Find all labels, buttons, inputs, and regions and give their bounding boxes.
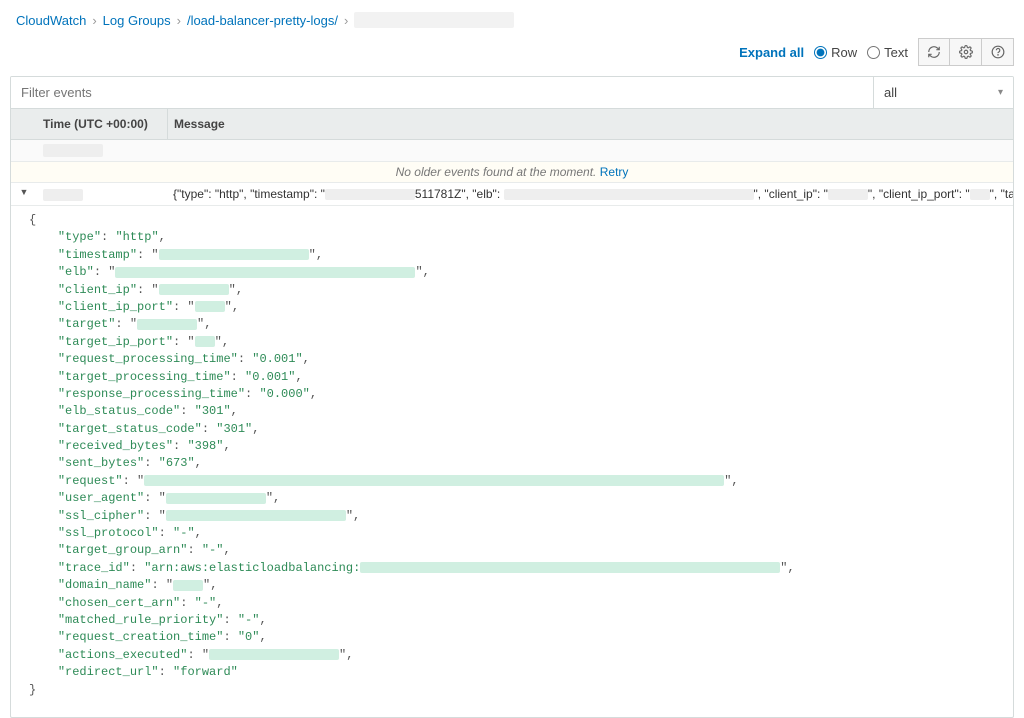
redacted-value	[325, 189, 415, 200]
settings-button[interactable]	[950, 38, 982, 66]
view-text-radio[interactable]: Text	[867, 45, 908, 60]
chevron-right-icon: ›	[344, 13, 348, 28]
filter-scope-select[interactable]: all	[873, 77, 1013, 108]
redacted-value	[504, 189, 754, 200]
expand-all-button[interactable]: Expand all	[739, 45, 804, 60]
retry-link[interactable]: Retry	[600, 165, 629, 179]
view-toolbar: Expand all Row Text	[0, 32, 1024, 76]
col-header-message[interactable]: Message	[168, 109, 1013, 139]
filter-events-input[interactable]	[11, 77, 873, 108]
breadcrumb-stream-redacted	[354, 12, 514, 28]
refresh-icon	[927, 45, 941, 59]
view-text-label: Text	[884, 45, 908, 60]
redacted-time	[43, 189, 83, 201]
view-row-label: Row	[831, 45, 857, 60]
view-text-radio-input[interactable]	[867, 46, 880, 59]
log-events-panel: all Time (UTC +00:00) Message No older e…	[10, 76, 1014, 718]
redacted-value	[166, 510, 346, 521]
no-older-events-banner: No older events found at the moment. Ret…	[11, 162, 1013, 183]
filter-scope-value: all	[884, 85, 897, 100]
event-time	[37, 183, 167, 205]
help-button[interactable]	[982, 38, 1014, 66]
chevron-right-icon: ›	[92, 13, 96, 28]
breadcrumb-log-group-name[interactable]: /load-balancer-pretty-logs/	[187, 13, 338, 28]
redacted-value	[159, 284, 229, 295]
redacted-value	[166, 493, 266, 504]
table-header: Time (UTC +00:00) Message	[11, 109, 1013, 140]
redacted-value	[970, 189, 990, 200]
breadcrumb: CloudWatch › Log Groups › /load-balancer…	[0, 0, 1024, 32]
redacted-value	[173, 580, 203, 591]
redacted-value	[828, 189, 868, 200]
redacted-value	[137, 319, 197, 330]
redacted-value	[115, 267, 415, 278]
redacted-value	[209, 649, 339, 660]
gear-icon	[959, 45, 973, 59]
expand-caret-icon[interactable]: ▼	[11, 183, 37, 197]
breadcrumb-cloudwatch[interactable]: CloudWatch	[16, 13, 86, 28]
filter-row: all	[11, 77, 1013, 109]
event-json-expanded: { "type": "http", "timestamp": "", "elb"…	[11, 206, 1013, 717]
view-row-radio[interactable]: Row	[814, 45, 857, 60]
event-message-preview: {"type": "http", "timestamp": "511781Z",…	[167, 183, 1013, 205]
redacted-time	[43, 144, 103, 157]
help-icon	[991, 45, 1005, 59]
table-row	[11, 140, 1013, 162]
redacted-value	[144, 475, 724, 486]
view-row-radio-input[interactable]	[814, 46, 827, 59]
breadcrumb-log-groups[interactable]: Log Groups	[103, 13, 171, 28]
chevron-right-icon: ›	[177, 13, 181, 28]
redacted-value	[195, 301, 225, 312]
redacted-value	[195, 336, 215, 347]
no-older-events-text: No older events found at the moment.	[396, 165, 597, 179]
redacted-value	[159, 249, 309, 260]
refresh-button[interactable]	[918, 38, 950, 66]
col-header-time[interactable]: Time (UTC +00:00)	[37, 109, 167, 139]
table-row[interactable]: ▼ {"type": "http", "timestamp": "511781Z…	[11, 183, 1013, 206]
redacted-value	[360, 562, 780, 573]
